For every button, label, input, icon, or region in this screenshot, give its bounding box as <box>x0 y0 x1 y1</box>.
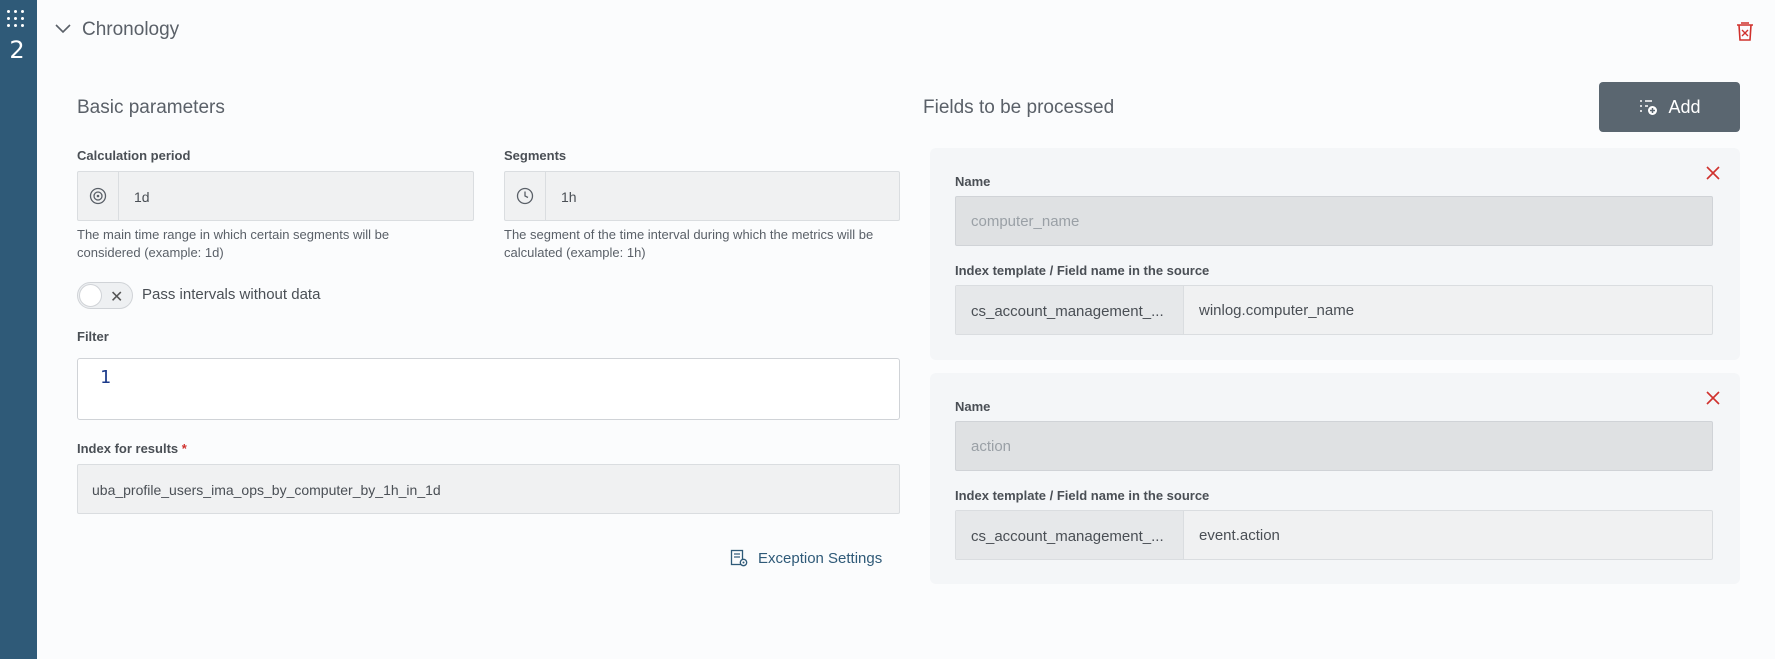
field-card: Name action Index template / Field name … <box>930 373 1740 584</box>
segments-field[interactable]: 1h <box>504 171 900 221</box>
close-icon[interactable] <box>1706 166 1720 180</box>
name-placeholder: action <box>971 438 1012 455</box>
name-input[interactable]: action <box>955 421 1713 471</box>
trash-icon[interactable] <box>1734 20 1756 42</box>
index-template-select[interactable]: cs_account_management_... <box>956 511 1184 559</box>
target-icon <box>78 172 119 220</box>
required-mark: * <box>181 441 187 456</box>
apps-grid-icon[interactable] <box>7 10 25 27</box>
basic-parameters-title: Basic parameters <box>77 97 225 118</box>
name-label: Name <box>955 174 991 189</box>
segments-value: 1h <box>561 189 577 205</box>
exception-settings-label: Exception Settings <box>758 549 883 567</box>
pass-intervals-toggle[interactable]: ✕ <box>77 282 133 309</box>
index-results-label-text: Index for results <box>77 441 179 456</box>
add-button-label: Add <box>1668 96 1701 117</box>
source-field-value[interactable]: event.action <box>1199 527 1280 544</box>
section-header: Chronology <box>37 0 1775 62</box>
segments-hint: The segment of the time interval during … <box>504 226 873 262</box>
calc-period-hint-line2: considered (example: 1d) <box>77 245 224 260</box>
filter-editor[interactable]: 1 <box>77 358 900 420</box>
segments-hint-line1: The segment of the time interval during … <box>504 227 874 242</box>
index-results-label: Index for results * <box>77 441 187 456</box>
segments-label: Segments <box>504 148 567 163</box>
fields-title: Fields to be processed <box>923 97 1115 118</box>
close-icon: ✕ <box>110 289 124 306</box>
pass-intervals-label: Pass intervals without data <box>142 286 321 303</box>
calc-period-value: 1d <box>134 189 150 205</box>
calc-period-field[interactable]: 1d <box>77 171 474 221</box>
segments-hint-line2: calculated (example: 1h) <box>504 245 646 260</box>
line-number: 1 <box>100 367 111 388</box>
add-field-button[interactable]: Add <box>1599 82 1740 132</box>
sidebar: 2 <box>0 0 37 659</box>
source-row[interactable]: cs_account_management_... event.action <box>955 510 1713 560</box>
source-row[interactable]: cs_account_management_... winlog.compute… <box>955 285 1713 335</box>
name-label: Name <box>955 399 991 414</box>
field-card: Name computer_name Index template / Fiel… <box>930 148 1740 360</box>
source-label: Index template / Field name in the sourc… <box>955 263 1210 278</box>
calc-period-label: Calculation period <box>77 148 191 163</box>
source-field-value[interactable]: winlog.computer_name <box>1199 302 1354 319</box>
index-template-value: cs_account_management_... <box>971 528 1164 545</box>
calc-period-hint: The main time range in which certain seg… <box>77 226 389 262</box>
toggle-knob <box>79 284 102 307</box>
name-input[interactable]: computer_name <box>955 196 1713 246</box>
settings-list-icon <box>730 549 748 567</box>
sidebar-number: 2 <box>9 36 25 64</box>
name-placeholder: computer_name <box>971 213 1080 230</box>
filter-label: Filter <box>77 329 109 344</box>
source-label: Index template / Field name in the sourc… <box>955 488 1210 503</box>
close-icon[interactable] <box>1706 391 1720 405</box>
index-template-select[interactable]: cs_account_management_... <box>956 286 1184 334</box>
exception-settings-link[interactable]: Exception Settings <box>730 549 882 567</box>
section-title[interactable]: Chronology <box>82 19 179 41</box>
index-results-field[interactable]: uba_profile_users_ima_ops_by_computer_by… <box>77 464 900 514</box>
index-template-value: cs_account_management_... <box>971 303 1164 320</box>
clock-icon <box>505 172 546 220</box>
add-list-icon <box>1640 100 1658 115</box>
chevron-down-icon[interactable] <box>55 24 71 34</box>
index-results-value: uba_profile_users_ima_ops_by_computer_by… <box>92 482 441 498</box>
calc-period-hint-line1: The main time range in which certain seg… <box>77 227 390 242</box>
